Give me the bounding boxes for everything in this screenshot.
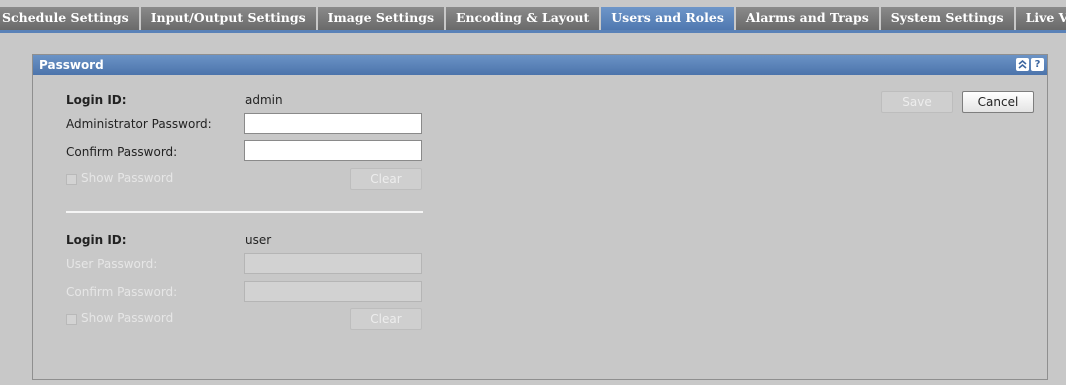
section-divider xyxy=(66,211,423,213)
user-show-password-checkbox[interactable] xyxy=(66,314,77,325)
double-chevron-up-icon[interactable] xyxy=(1016,58,1029,71)
tab-live-view-settings[interactable]: Live View Settings xyxy=(1015,7,1066,30)
admin-login-id-label: Login ID: xyxy=(66,93,127,107)
tab-bar: Schedule Settings Input/Output Settings … xyxy=(0,0,1066,30)
user-clear-button[interactable]: Clear xyxy=(350,308,422,330)
cancel-button[interactable]: Cancel xyxy=(962,91,1034,113)
admin-show-password-checkbox[interactable] xyxy=(66,174,77,185)
admin-password-input[interactable] xyxy=(244,113,422,134)
save-button[interactable]: Save xyxy=(881,91,953,113)
user-confirm-password-input[interactable] xyxy=(244,281,422,302)
tab-system-settings[interactable]: System Settings xyxy=(880,7,1016,30)
admin-show-password-label: Show Password xyxy=(81,171,174,185)
admin-confirm-password-input[interactable] xyxy=(244,140,422,161)
user-password-label: User Password: xyxy=(66,257,158,271)
tab-underline xyxy=(0,30,1066,33)
tab-encoding-layout[interactable]: Encoding & Layout xyxy=(446,7,602,30)
question-mark-icon[interactable]: ? xyxy=(1031,58,1044,71)
admin-login-id-value: admin xyxy=(245,93,283,107)
user-show-password-label: Show Password xyxy=(81,311,174,325)
panel-title: Password xyxy=(39,58,104,72)
password-panel: Password ? Login ID: admin Administrator… xyxy=(32,54,1048,380)
panel-header: Password ? xyxy=(33,55,1047,75)
admin-clear-button[interactable]: Clear xyxy=(350,168,422,190)
user-login-id-value: user xyxy=(245,233,272,247)
user-confirm-password-label: Confirm Password: xyxy=(66,285,178,299)
tab-alarms-and-traps[interactable]: Alarms and Traps xyxy=(735,7,881,30)
tab-schedule-settings[interactable]: Schedule Settings xyxy=(0,7,141,30)
tab-users-and-roles[interactable]: Users and Roles xyxy=(601,7,736,30)
user-login-id-label: Login ID: xyxy=(66,233,127,247)
admin-password-label: Administrator Password: xyxy=(66,117,212,131)
user-password-input[interactable] xyxy=(244,253,422,274)
tab-image-settings[interactable]: Image Settings xyxy=(317,7,447,30)
admin-confirm-password-label: Confirm Password: xyxy=(66,145,178,159)
tab-input-output-settings[interactable]: Input/Output Settings xyxy=(140,7,318,30)
